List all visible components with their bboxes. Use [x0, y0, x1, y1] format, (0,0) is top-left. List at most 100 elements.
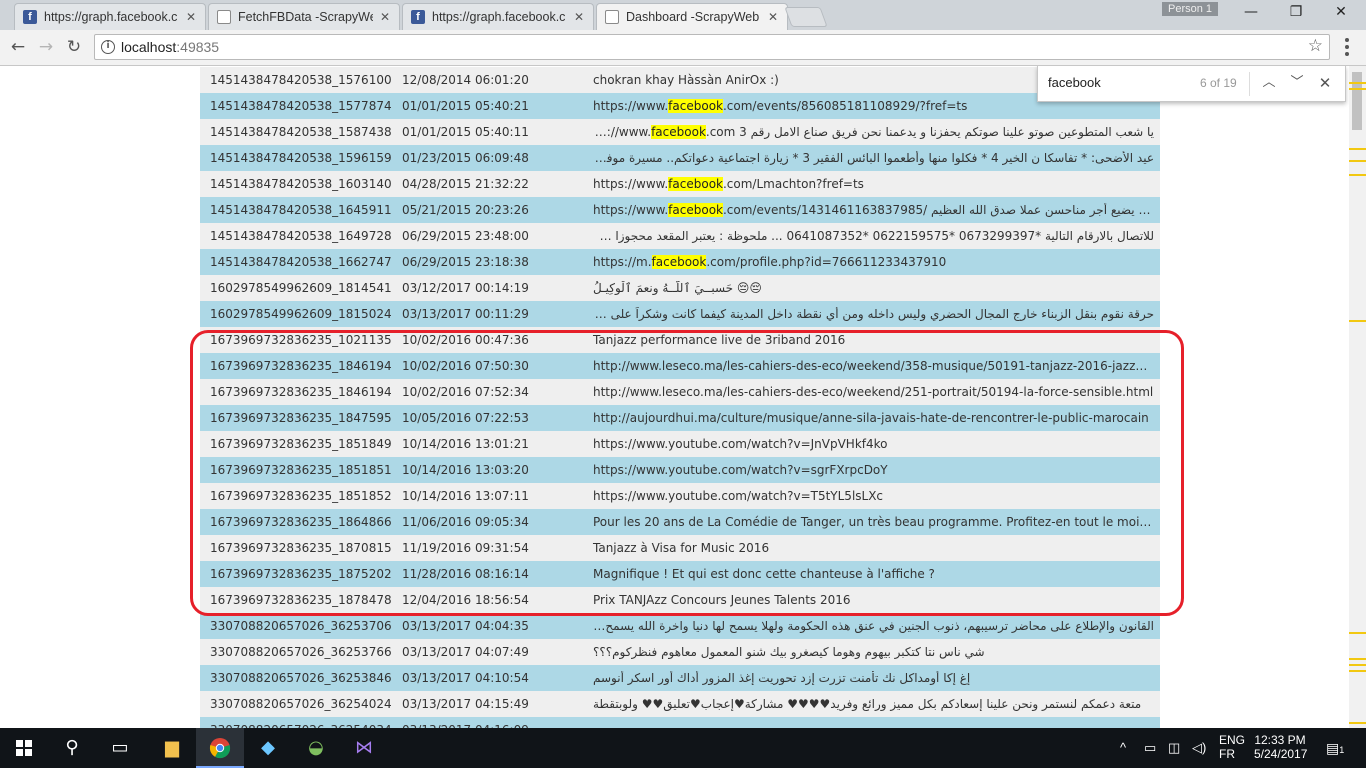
- minimize-icon[interactable]: —: [1228, 4, 1274, 24]
- address-bar[interactable]: i localhost:49835 ☆: [94, 34, 1330, 60]
- post-date-cell: 10/02/2016 07:50:30: [402, 359, 529, 373]
- vertical-scrollbar[interactable]: [1349, 66, 1366, 728]
- post-date-cell: 01/01/2015 05:40:21: [402, 99, 529, 113]
- search-icon[interactable]: ⚲: [48, 728, 96, 768]
- table-row: 1451438478420538_16627478... 06/29/2015 2…: [200, 249, 1160, 275]
- battery-icon[interactable]: ▭: [1144, 728, 1156, 768]
- find-match-marker: [1349, 722, 1366, 724]
- find-match-marker: [1349, 320, 1366, 322]
- file-explorer-icon[interactable]: ▆: [148, 728, 196, 768]
- table-row: 1673969732836235_18461946... 10/02/2016 0…: [200, 353, 1160, 379]
- tab-1[interactable]: f https://graph.facebook.c ✕: [14, 3, 206, 30]
- post-message-cell: Prix TANJAzz Concours Jeunes Talents 201…: [593, 593, 851, 607]
- post-id-cell: 330708820657026_362540244...: [210, 697, 392, 711]
- url-text[interactable]: localhost:49835: [121, 39, 219, 55]
- tab-4-active[interactable]: Dashboard -ScrapyWeb ✕: [596, 3, 788, 30]
- chrome-icon[interactable]: [196, 728, 244, 768]
- clock[interactable]: 12:33 PM 5/24/2017: [1254, 733, 1307, 773]
- post-message-cell: https://m.facebook.com/profile.php?id=76…: [584, 255, 1160, 269]
- close-tab-icon[interactable]: ✕: [767, 10, 779, 24]
- post-date-cell: 03/13/2017 04:15:49: [402, 697, 529, 711]
- reload-icon[interactable]: ↻: [64, 37, 84, 57]
- table-row: 330708820657026_362537664... 03/13/2017 0…: [200, 639, 1160, 665]
- table-row: 330708820657026_362538467... 03/13/2017 0…: [200, 665, 1160, 691]
- forward-arrow-icon[interactable]: →: [36, 37, 56, 57]
- table-row: 1451438478420538_16031401... 04/28/2015 2…: [200, 171, 1160, 197]
- keyboard-layout: FR: [1219, 747, 1235, 761]
- post-id-cell: 1451438478420538_15778741...: [210, 99, 392, 113]
- find-match-count: 6 of 19: [1200, 76, 1237, 90]
- close-window-icon[interactable]: ✕: [1318, 4, 1364, 24]
- table-row: 1673969732836235_18475951... 10/05/2016 0…: [200, 405, 1160, 431]
- language-indicator[interactable]: ENG FR: [1219, 733, 1245, 773]
- table-row: 1673969732836235_10211356... 10/02/2016 0…: [200, 327, 1160, 353]
- post-message-cell: Magnifique ! Et qui est donc cette chant…: [593, 567, 935, 581]
- new-tab-button[interactable]: [784, 7, 828, 27]
- browser-menu-icon[interactable]: [1345, 38, 1349, 59]
- post-message-cell: https://www.youtube.com/watch?v=sgrFXrpc…: [593, 463, 888, 477]
- post-date-cell: 05/21/2015 20:23:26: [402, 203, 529, 217]
- bookmark-star-icon[interactable]: ☆: [1308, 36, 1323, 56]
- close-tab-icon[interactable]: ✕: [185, 10, 197, 24]
- find-bar: 6 of 19 ︿ ﹀ ✕: [1037, 66, 1346, 102]
- table-row: 1673969732836235_18784788... 12/04/2016 1…: [200, 587, 1160, 613]
- post-id-cell: 1673969732836235_18518497...: [210, 437, 392, 451]
- browser-toolbar: ← → ↻ i localhost:49835 ☆: [0, 30, 1366, 66]
- find-previous-chevron-up-icon[interactable]: ︿: [1260, 74, 1278, 92]
- windows-taskbar: ⚲ ▭ ▆ ◆ ◒ ⋈ ^ ▭ ◫ ◁) ENG FR 12:33 PM 5/2…: [0, 728, 1366, 768]
- post-date-cell: 01/01/2015 05:40:11: [402, 125, 529, 139]
- volume-icon[interactable]: ◁): [1192, 728, 1206, 768]
- notification-count: 1: [1339, 745, 1345, 755]
- message-text: .com/Lmachton?fref=ts: [722, 177, 864, 191]
- find-close-icon[interactable]: ✕: [1316, 74, 1334, 92]
- tab-title: https://graph.facebook.c: [432, 10, 566, 24]
- post-message-cell: Pour les 20 ans de La Comédie de Tanger,…: [593, 515, 1160, 529]
- find-input[interactable]: [1048, 75, 1188, 90]
- tab-3[interactable]: f https://graph.facebook.c ✕: [402, 3, 594, 30]
- post-id-cell: 1451438478420538_15874385...: [210, 125, 392, 139]
- find-match-marker: [1349, 658, 1366, 660]
- find-match-marker: [1349, 632, 1366, 634]
- app-turtle-icon[interactable]: ◒: [292, 728, 340, 768]
- find-match-marker: [1349, 174, 1366, 176]
- table-row: 1673969732836235_18752025... 11/28/2016 0…: [200, 561, 1160, 587]
- back-arrow-icon[interactable]: ←: [8, 37, 28, 57]
- visual-studio-icon[interactable]: ⋈: [340, 728, 388, 768]
- post-id-cell: 330708820657026_362537067...: [210, 619, 392, 633]
- find-divider: [1249, 72, 1250, 96]
- table-row: 1673969732836235_18708152... 11/19/2016 0…: [200, 535, 1160, 561]
- find-match-marker: [1349, 670, 1366, 672]
- post-id-cell: 330708820657026_362537664...: [210, 645, 392, 659]
- find-next-chevron-down-icon[interactable]: ﹀: [1288, 74, 1306, 92]
- url-port: :49835: [176, 39, 220, 55]
- windows-start-icon[interactable]: [0, 728, 48, 768]
- profile-button[interactable]: Person 1: [1162, 2, 1218, 16]
- message-text: .com/profile.php?id=766611233437910: [706, 255, 947, 269]
- page-viewport: 1451438478420538_15761008... 12/08/2014 0…: [0, 66, 1349, 728]
- language-code: ENG: [1219, 733, 1246, 747]
- find-match-marker: [1349, 664, 1366, 666]
- maximize-icon[interactable]: ❐: [1273, 4, 1319, 24]
- tab-strip: f https://graph.facebook.c ✕ FetchFBData…: [0, 0, 1366, 30]
- post-message-cell: http://www.leseco.ma/les-cahiers-des-eco…: [593, 385, 1154, 399]
- network-icon[interactable]: ◫: [1168, 728, 1180, 768]
- post-id-cell: 1673969732836235_10211356...: [210, 333, 392, 347]
- action-center-icon[interactable]: ▤1: [1326, 728, 1344, 768]
- find-match-highlight: facebook: [668, 99, 723, 113]
- post-id-cell: 1673969732836235_18518524...: [210, 489, 392, 503]
- post-message-cell: للاتصال بالارقام التالية *0673299397 *06…: [584, 229, 1154, 243]
- tray-chevron-up-icon[interactable]: ^: [1120, 728, 1126, 768]
- table-row: 1451438478420538_16497288... 06/29/2015 2…: [200, 223, 1160, 249]
- close-tab-icon[interactable]: ✕: [573, 10, 585, 24]
- post-message-cell: https://www.youtube.com/watch?v=JnVpVHkf…: [593, 437, 888, 451]
- post-date-cell: 11/06/2016 09:05:34: [402, 515, 529, 529]
- task-view-icon[interactable]: ▭: [96, 728, 144, 768]
- close-tab-icon[interactable]: ✕: [379, 10, 391, 24]
- tab-2[interactable]: FetchFBData -ScrapyWeb ✕: [208, 3, 400, 30]
- info-icon[interactable]: i: [101, 40, 115, 54]
- message-text: .com/events/1431461163837985/ الحمد لله …: [722, 203, 1160, 217]
- app-notepad-icon[interactable]: ◆: [244, 728, 292, 768]
- post-date-cell: 03/13/2017 00:11:29: [402, 307, 529, 321]
- post-id-cell: 1451438478420538_16497288...: [210, 229, 392, 243]
- scrollbar-thumb[interactable]: [1352, 72, 1362, 130]
